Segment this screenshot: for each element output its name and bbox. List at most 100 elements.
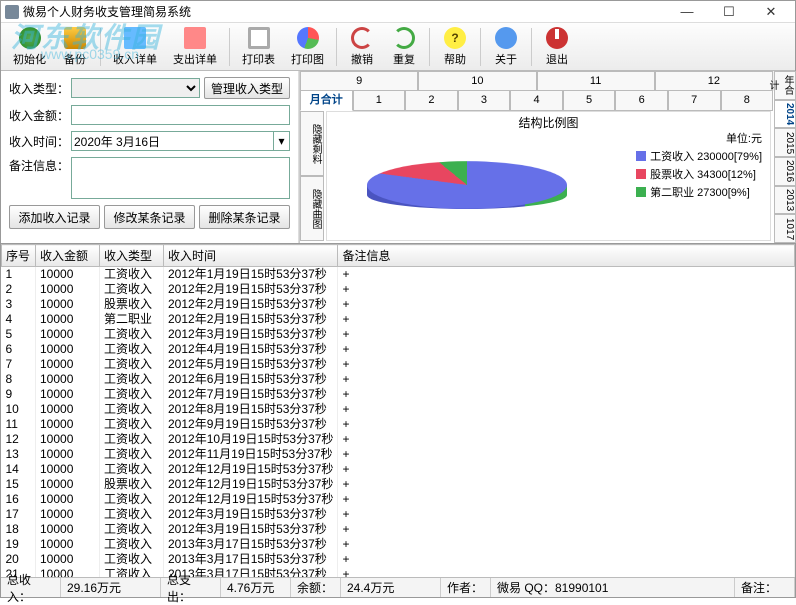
edit-record-button[interactable]: 修改某条记录 xyxy=(104,205,195,229)
toolbar-expense-detail[interactable]: 支出详单 xyxy=(165,25,225,69)
legend-swatch xyxy=(636,187,646,197)
legend-text: 工资收入 230000[79%] xyxy=(650,148,762,164)
chart-title: 结构比例图 xyxy=(327,112,770,131)
toolbar-init[interactable]: 初始化 xyxy=(5,25,54,69)
col-header[interactable]: 收入时间 xyxy=(164,245,338,267)
pchart-label: 打印图 xyxy=(291,51,324,67)
tab-top-10[interactable]: 10 xyxy=(418,71,536,91)
top-tabs: 9101112 xyxy=(300,71,795,91)
separator xyxy=(229,28,230,66)
backup-icon xyxy=(64,27,86,49)
manage-type-button[interactable]: 管理收入类型 xyxy=(204,77,290,99)
print-table-icon xyxy=(248,27,270,49)
input-form: 收入类型： 管理收入类型 收入金额： 收入时间： ▾ 备注信息： 添加收入记录 … xyxy=(1,71,299,243)
tab-year-年合计[interactable]: 年合计 xyxy=(774,71,796,100)
toolbar-exit[interactable]: 退出 xyxy=(536,25,578,69)
table-row[interactable]: 1110000工资收入2012年9月19日15时53分37秒+ xyxy=(2,417,795,432)
note-textarea[interactable] xyxy=(71,157,290,199)
table-row[interactable]: 2010000工资收入2013年3月17日15时53分37秒+ xyxy=(2,552,795,567)
tab-year-2014[interactable]: 2014 xyxy=(774,100,796,129)
legend-swatch xyxy=(636,169,646,179)
about-icon xyxy=(495,27,517,49)
table-row[interactable]: 1010000工资收入2012年8月19日15时53分37秒+ xyxy=(2,402,795,417)
table-row[interactable]: 1810000工资收入2012年3月19日15时53分37秒+ xyxy=(2,522,795,537)
table-row[interactable]: 310000股票收入2012年2月19日15时53分37秒+ xyxy=(2,297,795,312)
total-out-value: 4.76万元 xyxy=(227,579,274,596)
tab-year-2016[interactable]: 2016 xyxy=(774,157,796,186)
table-row[interactable]: 610000工资收入2012年4月19日15时53分37秒+ xyxy=(2,342,795,357)
col-header[interactable]: 收入金额 xyxy=(36,245,100,267)
table-row[interactable]: 210000工资收入2012年2月19日15时53分37秒+ xyxy=(2,282,795,297)
out-label: 支出详单 xyxy=(173,51,217,67)
author-label: 作者： xyxy=(447,579,483,596)
toolbar-undo[interactable]: 撤销 xyxy=(341,25,383,69)
table-row[interactable]: 1210000工资收入2012年10月19日15时53分37秒+ xyxy=(2,432,795,447)
expense-icon xyxy=(184,27,206,49)
tab-month-2[interactable]: 2 xyxy=(405,91,458,111)
table-row[interactable]: 910000工资收入2012年7月19日15时53分37秒+ xyxy=(2,387,795,402)
table-row[interactable]: 1510000股票收入2012年12月19日15时53分37秒+ xyxy=(2,477,795,492)
amount-label: 收入金额： xyxy=(9,107,71,124)
month-tabs: 月合计12345678 xyxy=(300,91,795,111)
tab-month-5[interactable]: 5 xyxy=(563,91,616,111)
tab-top-9[interactable]: 9 xyxy=(300,71,418,91)
redo-icon xyxy=(393,27,415,49)
income-amount-input[interactable] xyxy=(71,105,290,125)
col-header[interactable]: 序号 xyxy=(2,245,36,267)
balance-label: 余额： xyxy=(297,579,333,596)
table-row[interactable]: 1610000工资收入2012年12月19日15时53分37秒+ xyxy=(2,492,795,507)
backup-label: 备份 xyxy=(64,51,86,67)
maximize-button[interactable]: ☐ xyxy=(709,3,749,21)
income-date-input[interactable] xyxy=(71,131,274,151)
vtab-隐藏曲图[interactable]: 隐藏曲图 xyxy=(300,176,324,241)
toolbar-help[interactable]: ?帮助 xyxy=(434,25,476,69)
table-row[interactable]: 510000工资收入2012年3月19日15时53分37秒+ xyxy=(2,327,795,342)
toolbar-about[interactable]: 关于 xyxy=(485,25,527,69)
toolbar-print-chart[interactable]: 打印图 xyxy=(283,25,332,69)
delete-record-button[interactable]: 删除某条记录 xyxy=(199,205,290,229)
tab-year-2013[interactable]: 2013 xyxy=(774,186,796,215)
tab-month-7[interactable]: 7 xyxy=(668,91,721,111)
table-row[interactable]: 810000工资收入2012年6月19日15时53分37秒+ xyxy=(2,372,795,387)
table-row[interactable]: 110000工资收入2012年1月19日15时53分37秒+ xyxy=(2,267,795,283)
tab-top-12[interactable]: 12 xyxy=(655,71,773,91)
toolbar-income-detail[interactable]: 收入详单 xyxy=(105,25,165,69)
tab-month-8[interactable]: 8 xyxy=(721,91,774,111)
undo-label: 撤销 xyxy=(351,51,373,67)
table-row[interactable]: 1410000工资收入2012年12月19日15时53分37秒+ xyxy=(2,462,795,477)
chart-panel: 9101112 月合计12345678 隐藏剩料隐藏曲图 结构比例图 单位:元 … xyxy=(299,71,795,243)
table-row[interactable]: 1910000工资收入2013年3月17日15时53分37秒+ xyxy=(2,537,795,552)
tab-month-月合计[interactable]: 月合计 xyxy=(300,91,353,111)
table-row[interactable]: 710000工资收入2012年5月19日15时53分37秒+ xyxy=(2,357,795,372)
tab-month-1[interactable]: 1 xyxy=(353,91,406,111)
tab-year-2015[interactable]: 2015 xyxy=(774,128,796,157)
toolbar-print-table[interactable]: 打印表 xyxy=(234,25,283,69)
pie-chart xyxy=(367,161,567,209)
total-in-label: 总收入： xyxy=(7,571,54,605)
chevron-down-icon[interactable]: ▾ xyxy=(274,131,290,151)
tab-month-4[interactable]: 4 xyxy=(510,91,563,111)
col-header[interactable]: 收入类型 xyxy=(100,245,164,267)
table-row[interactable]: 2110000工资收入2013年3月17日15时53分37秒+ xyxy=(2,567,795,577)
separator xyxy=(100,28,101,66)
table-row[interactable]: 410000第二职业2012年2月19日15时53分37秒+ xyxy=(2,312,795,327)
tab-year-1017[interactable]: 1017 xyxy=(774,214,796,243)
vtab-隐藏剩料[interactable]: 隐藏剩料 xyxy=(300,111,324,176)
toolbar-redo[interactable]: 重复 xyxy=(383,25,425,69)
toolbar-backup[interactable]: 备份 xyxy=(54,25,96,69)
about-label: 关于 xyxy=(495,51,517,67)
toolbar: 初始化 备份 收入详单 支出详单 打印表 打印图 撤销 重复 ?帮助 关于 退出 xyxy=(1,23,795,71)
tab-top-11[interactable]: 11 xyxy=(537,71,655,91)
income-type-select[interactable] xyxy=(71,78,200,98)
close-button[interactable]: ✕ xyxy=(751,3,791,21)
app-icon xyxy=(5,5,19,19)
records-table[interactable]: 序号收入金额收入类型收入时间备注信息 110000工资收入2012年1月19日1… xyxy=(1,243,795,577)
tab-month-6[interactable]: 6 xyxy=(615,91,668,111)
table-row[interactable]: 1310000工资收入2012年11月19日15时53分37秒+ xyxy=(2,447,795,462)
minimize-button[interactable]: — xyxy=(667,3,707,21)
tab-month-3[interactable]: 3 xyxy=(458,91,511,111)
add-record-button[interactable]: 添加收入记录 xyxy=(9,205,100,229)
col-header[interactable]: 备注信息 xyxy=(338,245,795,267)
chart-host: 结构比例图 单位:元 工资收入 230000[79%]股票收入 34300[12… xyxy=(326,111,771,241)
table-row[interactable]: 1710000工资收入2012年3月19日15时53分37秒+ xyxy=(2,507,795,522)
